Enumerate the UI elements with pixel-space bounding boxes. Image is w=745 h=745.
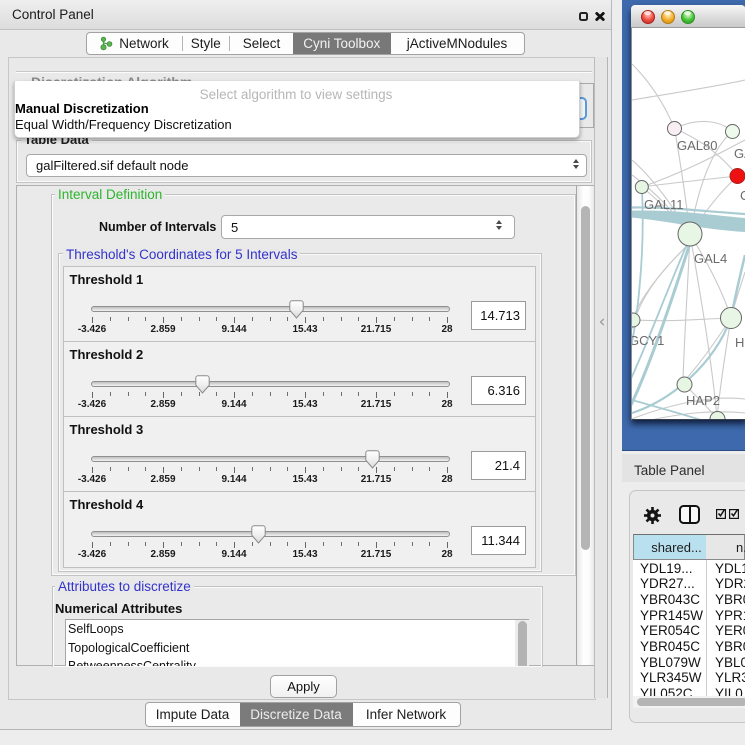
svg-text:H: H [735, 335, 744, 350]
svg-text:HAP2: HAP2 [686, 393, 720, 408]
svg-text:C: C [740, 188, 745, 203]
svg-text:GAL11: GAL11 [644, 197, 684, 212]
svg-text:GCY1: GCY1 [632, 333, 664, 348]
svg-text:GAL4: GAL4 [694, 251, 727, 266]
svg-text:GA: GA [734, 146, 745, 161]
svg-text:GAL80: GAL80 [677, 138, 717, 153]
